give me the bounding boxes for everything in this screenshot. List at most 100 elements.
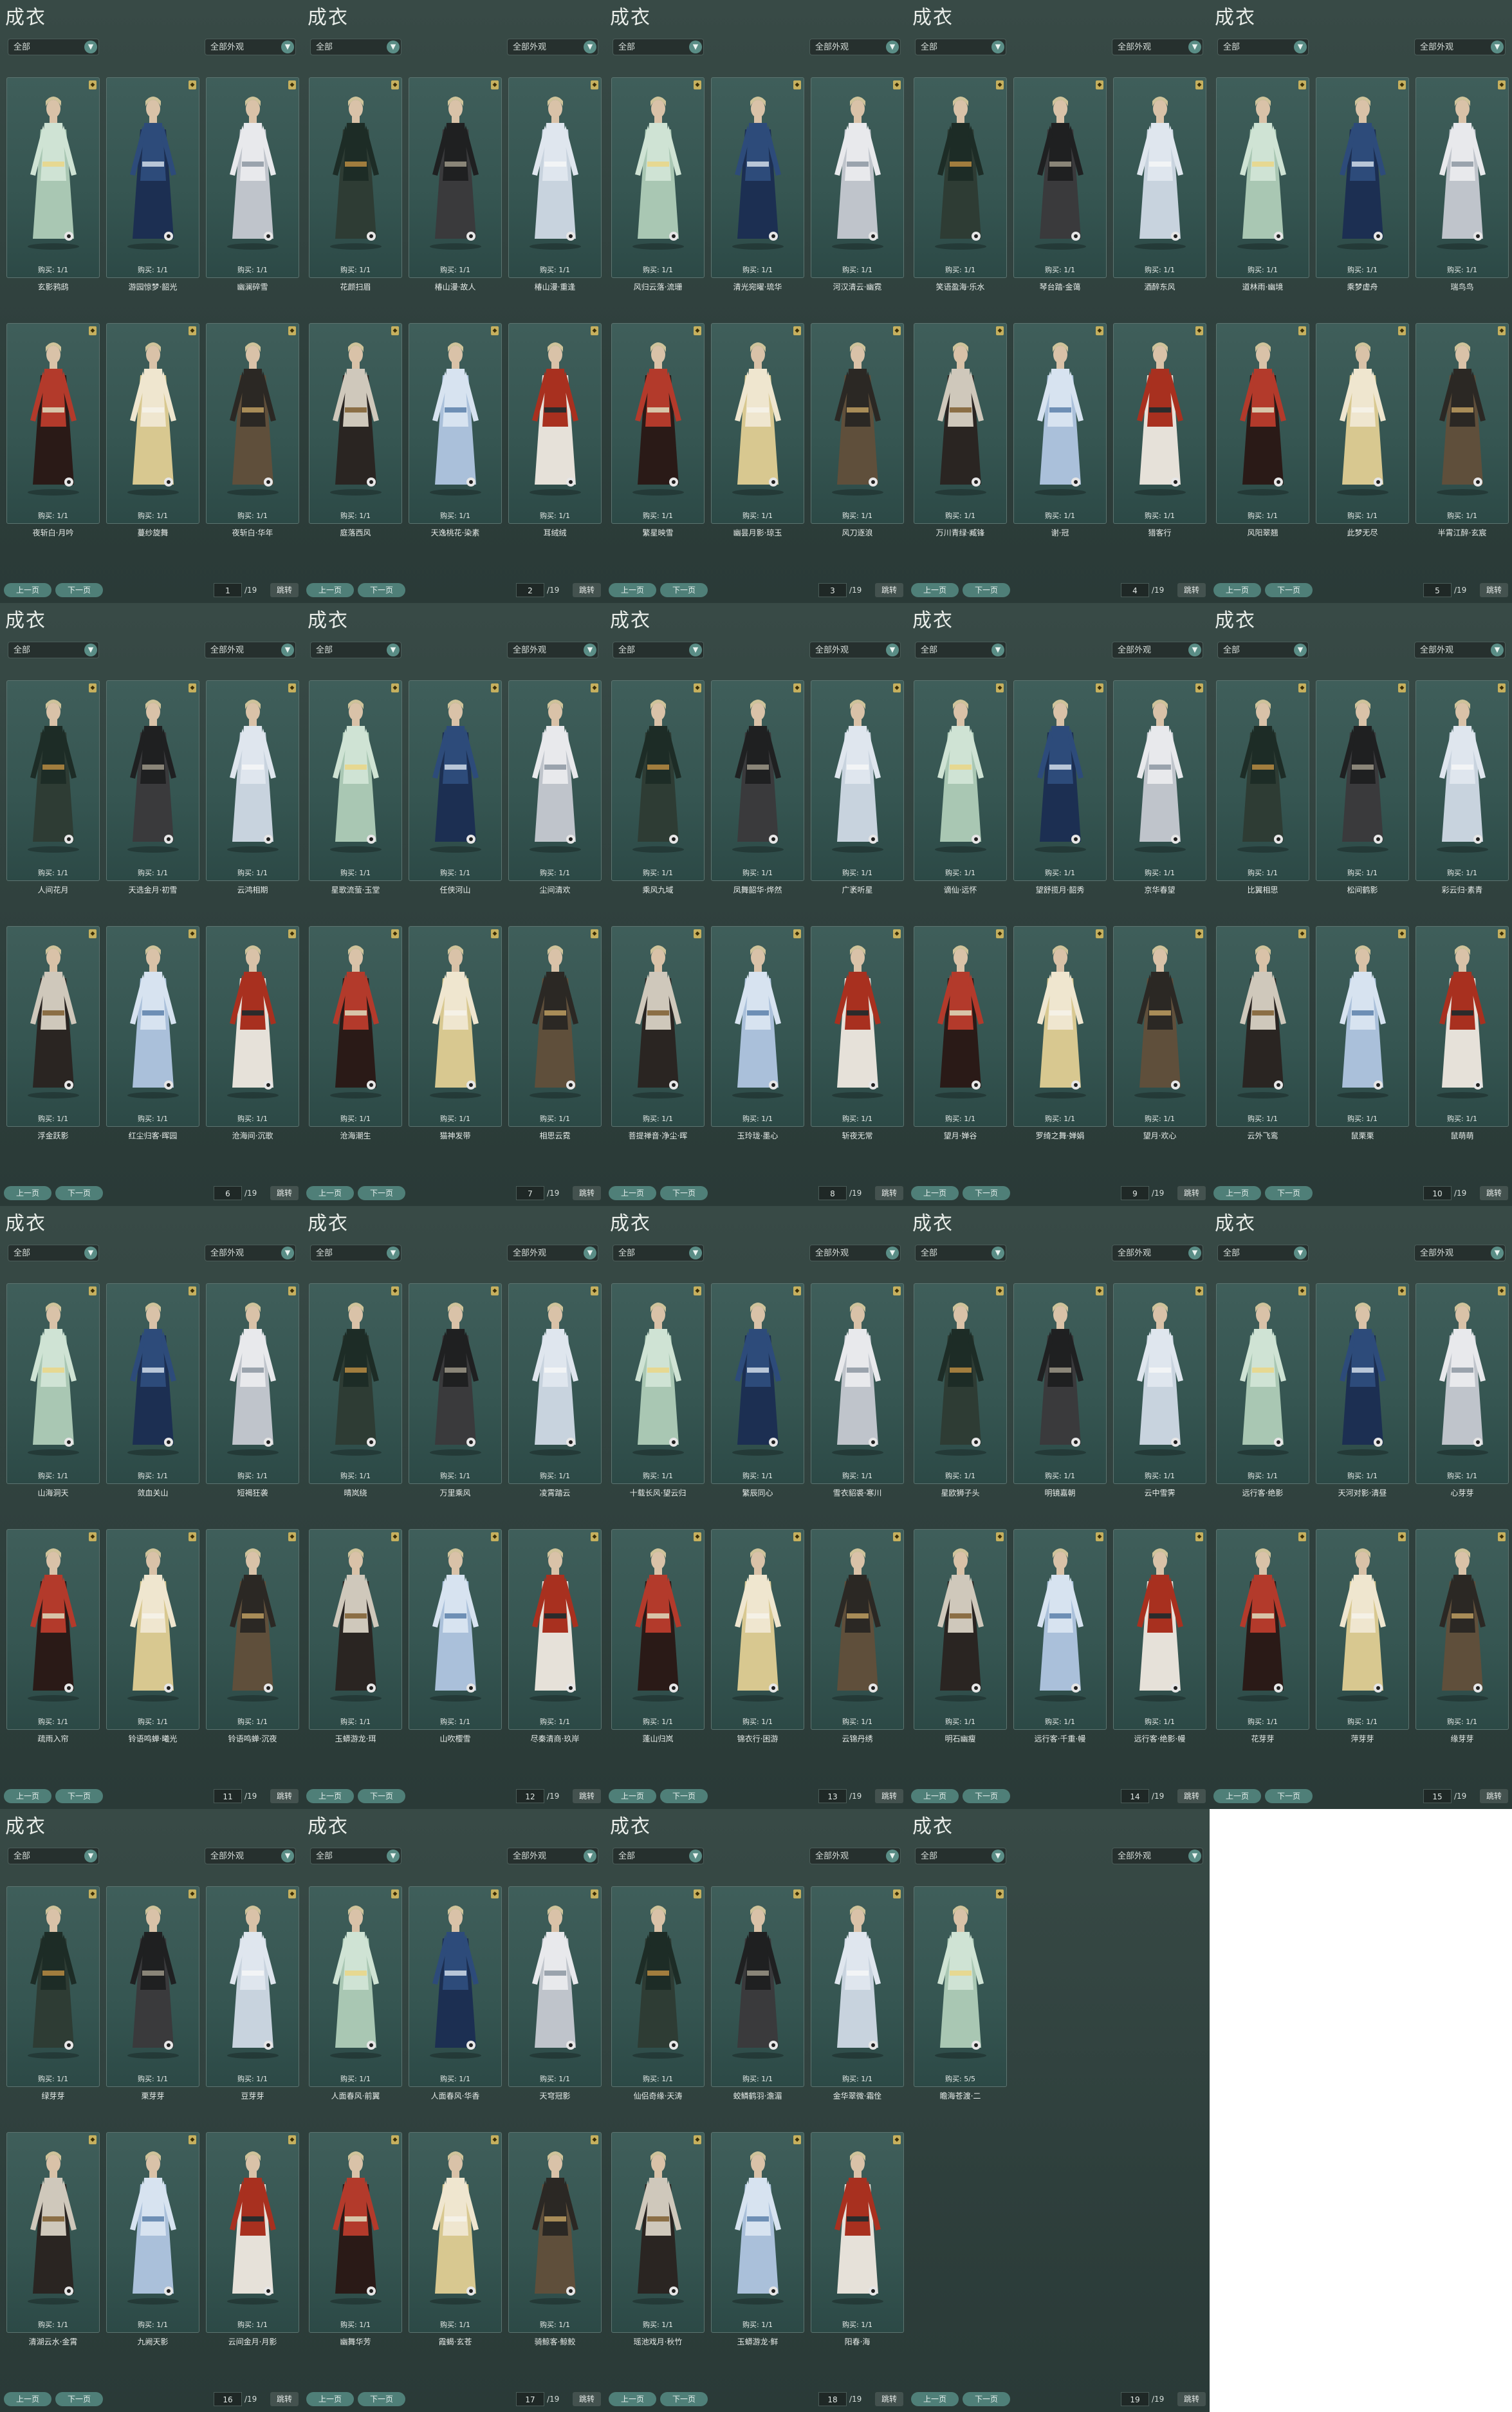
jump-button[interactable]: 跳转 — [1177, 1789, 1206, 1803]
appearance-filter-select[interactable]: 全部外观 ▼ — [809, 39, 901, 55]
appearance-filter-select[interactable]: 全部外观 ▼ — [205, 1848, 296, 1864]
outfit-card[interactable]: ◆ 购买: 1/1 — [309, 2132, 402, 2333]
page-number-input[interactable]: 18 — [818, 2392, 847, 2406]
outfit-card[interactable]: ◆ 购买: 1/1 — [611, 1529, 705, 1730]
outfit-card[interactable]: ◆ 购买: 1/1 — [1013, 680, 1107, 881]
outfit-card[interactable]: ◆ 购买: 1/1 — [508, 680, 602, 881]
category-filter-select[interactable]: 全部 ▼ — [8, 642, 99, 658]
category-filter-select[interactable]: 全部 ▼ — [915, 39, 1006, 55]
page-number-input[interactable]: 2 — [516, 583, 544, 597]
outfit-card[interactable]: ◆ 购买: 1/1 — [6, 926, 100, 1127]
next-page-button[interactable]: 下一页 — [963, 2392, 1010, 2406]
outfit-card[interactable]: ◆ 购买: 1/1 — [711, 2132, 804, 2333]
outfit-card[interactable]: ◆ 购买: 1/1 — [1316, 926, 1409, 1127]
outfit-card[interactable]: ◆ 购买: 1/1 — [1216, 680, 1309, 881]
outfit-card[interactable]: ◆ 购买: 1/1 — [1216, 1529, 1309, 1730]
outfit-card[interactable]: ◆ 购买: 1/1 — [1013, 1529, 1107, 1730]
jump-button[interactable]: 跳转 — [1177, 1186, 1206, 1200]
jump-button[interactable]: 跳转 — [1480, 1186, 1508, 1200]
next-page-button[interactable]: 下一页 — [55, 2392, 103, 2406]
page-number-input[interactable]: 12 — [516, 1789, 544, 1803]
appearance-filter-select[interactable]: 全部外观 ▼ — [1414, 39, 1506, 55]
outfit-card[interactable]: ◆ 购买: 1/1 — [206, 323, 299, 524]
outfit-card[interactable]: ◆ 购买: 1/1 — [811, 323, 904, 524]
jump-button[interactable]: 跳转 — [270, 2392, 299, 2406]
category-filter-select[interactable]: 全部 ▼ — [310, 642, 401, 658]
prev-page-button[interactable]: 上一页 — [609, 1789, 656, 1803]
outfit-card[interactable]: ◆ 购买: 1/1 — [1415, 926, 1509, 1127]
outfit-card[interactable]: ◆ 购买: 1/1 — [1113, 1283, 1206, 1484]
page-number-input[interactable]: 1 — [214, 583, 242, 597]
appearance-filter-select[interactable]: 全部外观 ▼ — [205, 642, 296, 658]
page-number-input[interactable]: 6 — [214, 1186, 242, 1200]
prev-page-button[interactable]: 上一页 — [911, 583, 959, 597]
next-page-button[interactable]: 下一页 — [358, 2392, 405, 2406]
jump-button[interactable]: 跳转 — [1177, 2392, 1206, 2406]
outfit-card[interactable]: ◆ 购买: 1/1 — [206, 2132, 299, 2333]
outfit-card[interactable]: ◆ 购买: 1/1 — [1316, 323, 1409, 524]
appearance-filter-select[interactable]: 全部外观 ▼ — [1112, 39, 1203, 55]
outfit-card[interactable]: ◆ 购买: 1/1 — [711, 323, 804, 524]
outfit-card[interactable]: ◆ 购买: 1/1 — [6, 1283, 100, 1484]
prev-page-button[interactable]: 上一页 — [911, 1789, 959, 1803]
outfit-card[interactable]: ◆ 购买: 1/1 — [508, 1529, 602, 1730]
outfit-card[interactable]: ◆ 购买: 1/1 — [1415, 77, 1509, 278]
appearance-filter-select[interactable]: 全部外观 ▼ — [809, 642, 901, 658]
outfit-card[interactable]: ◆ 购买: 1/1 — [6, 323, 100, 524]
next-page-button[interactable]: 下一页 — [963, 1789, 1010, 1803]
next-page-button[interactable]: 下一页 — [1265, 1789, 1313, 1803]
outfit-card[interactable]: ◆ 购买: 1/1 — [309, 77, 402, 278]
appearance-filter-select[interactable]: 全部外观 ▼ — [1112, 642, 1203, 658]
outfit-card[interactable]: ◆ 购买: 1/1 — [106, 323, 199, 524]
outfit-card[interactable]: ◆ 购买: 1/1 — [914, 926, 1007, 1127]
jump-button[interactable]: 跳转 — [573, 1789, 601, 1803]
outfit-card[interactable]: ◆ 购买: 1/1 — [409, 1886, 502, 2087]
next-page-button[interactable]: 下一页 — [660, 1186, 708, 1200]
prev-page-button[interactable]: 上一页 — [609, 583, 656, 597]
outfit-card[interactable]: ◆ 购买: 1/1 — [1113, 323, 1206, 524]
prev-page-button[interactable]: 上一页 — [4, 2392, 51, 2406]
appearance-filter-select[interactable]: 全部外观 ▼ — [507, 39, 598, 55]
outfit-card[interactable]: ◆ 购买: 1/1 — [106, 1529, 199, 1730]
outfit-card[interactable]: ◆ 购买: 1/1 — [1415, 323, 1509, 524]
jump-button[interactable]: 跳转 — [875, 1186, 903, 1200]
outfit-card[interactable]: ◆ 购买: 1/1 — [1316, 1283, 1409, 1484]
outfit-card[interactable]: ◆ 购买: 1/1 — [1013, 1283, 1107, 1484]
outfit-card[interactable]: ◆ 购买: 1/1 — [811, 1283, 904, 1484]
outfit-card[interactable]: ◆ 购买: 1/1 — [1013, 77, 1107, 278]
outfit-card[interactable]: ◆ 购买: 1/1 — [1113, 680, 1206, 881]
page-number-input[interactable]: 3 — [818, 583, 847, 597]
category-filter-select[interactable]: 全部 ▼ — [8, 1848, 99, 1864]
next-page-button[interactable]: 下一页 — [358, 1789, 405, 1803]
outfit-card[interactable]: ◆ 购买: 1/1 — [1013, 323, 1107, 524]
outfit-card[interactable]: ◆ 购买: 1/1 — [914, 323, 1007, 524]
category-filter-select[interactable]: 全部 ▼ — [613, 642, 704, 658]
category-filter-select[interactable]: 全部 ▼ — [613, 1245, 704, 1261]
outfit-card[interactable]: ◆ 购买: 1/1 — [409, 2132, 502, 2333]
next-page-button[interactable]: 下一页 — [660, 583, 708, 597]
prev-page-button[interactable]: 上一页 — [1213, 1186, 1261, 1200]
outfit-card[interactable]: ◆ 购买: 1/1 — [206, 680, 299, 881]
prev-page-button[interactable]: 上一页 — [4, 583, 51, 597]
outfit-card[interactable]: ◆ 购买: 1/1 — [611, 1886, 705, 2087]
outfit-card[interactable]: ◆ 购买: 1/1 — [409, 323, 502, 524]
outfit-card[interactable]: ◆ 购买: 1/1 — [409, 1283, 502, 1484]
outfit-card[interactable]: ◆ 购买: 1/1 — [309, 323, 402, 524]
outfit-card[interactable]: ◆ 购买: 1/1 — [1415, 1529, 1509, 1730]
prev-page-button[interactable]: 上一页 — [306, 583, 354, 597]
next-page-button[interactable]: 下一页 — [660, 1789, 708, 1803]
outfit-card[interactable]: ◆ 购买: 1/1 — [1216, 323, 1309, 524]
appearance-filter-select[interactable]: 全部外观 ▼ — [507, 1848, 598, 1864]
prev-page-button[interactable]: 上一页 — [1213, 583, 1261, 597]
appearance-filter-select[interactable]: 全部外观 ▼ — [1112, 1245, 1203, 1261]
outfit-card[interactable]: ◆ 购买: 1/1 — [409, 1529, 502, 1730]
outfit-card[interactable]: ◆ 购买: 1/1 — [611, 77, 705, 278]
outfit-card[interactable]: ◆ 购买: 1/1 — [711, 926, 804, 1127]
next-page-button[interactable]: 下一页 — [358, 583, 405, 597]
category-filter-select[interactable]: 全部 ▼ — [1217, 1245, 1309, 1261]
outfit-card[interactable]: ◆ 购买: 1/1 — [1316, 77, 1409, 278]
outfit-card[interactable]: ◆ 购买: 1/1 — [1113, 1529, 1206, 1730]
category-filter-select[interactable]: 全部 ▼ — [310, 1848, 401, 1864]
outfit-card[interactable]: ◆ 购买: 1/1 — [309, 926, 402, 1127]
outfit-card[interactable]: ◆ 购买: 1/1 — [6, 1886, 100, 2087]
